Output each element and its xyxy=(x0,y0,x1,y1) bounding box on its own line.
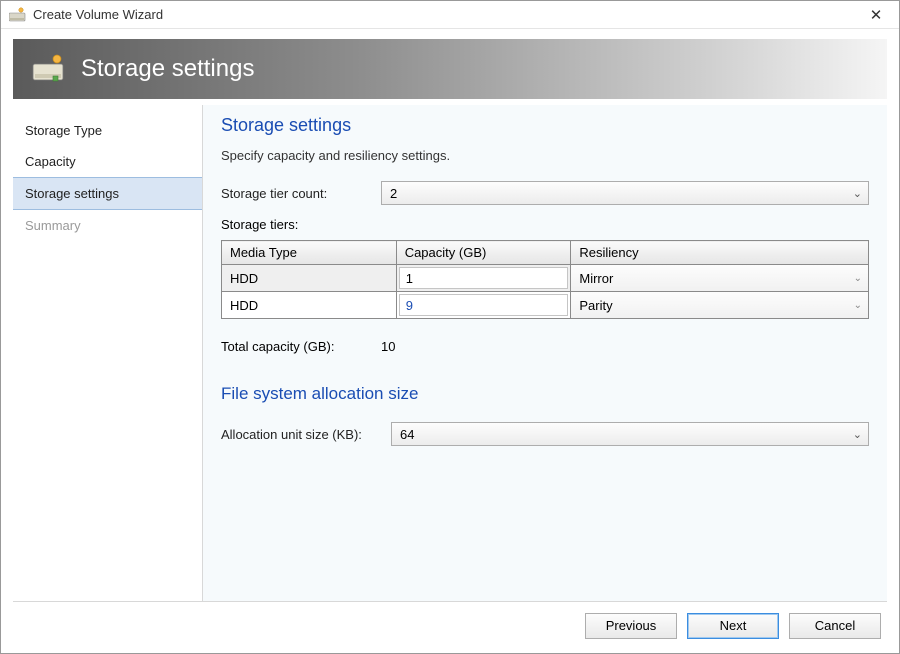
col-media-type[interactable]: Media Type xyxy=(222,241,397,265)
chevron-down-icon: ⌄ xyxy=(853,428,862,441)
nav-storage-settings[interactable]: Storage settings xyxy=(13,177,202,210)
close-icon: ✕ xyxy=(870,6,883,24)
close-button[interactable]: ✕ xyxy=(859,4,893,26)
banner: Storage settings xyxy=(13,39,887,99)
cancel-button[interactable]: Cancel xyxy=(789,613,881,639)
storage-settings-description: Specify capacity and resiliency settings… xyxy=(221,148,869,163)
content-pane: Storage settings Specify capacity and re… xyxy=(203,105,887,601)
nav-capacity[interactable]: Capacity xyxy=(13,146,202,177)
tier-count-label: Storage tier count: xyxy=(221,186,381,201)
chevron-down-icon: ⌄ xyxy=(853,187,862,200)
tier-resiliency-value: Parity xyxy=(579,298,612,313)
col-resiliency[interactable]: Resiliency xyxy=(571,241,869,265)
tier-resiliency-dropdown[interactable]: Mirror ⌄ xyxy=(571,265,868,291)
nav-summary[interactable]: Summary xyxy=(13,210,202,241)
tier-capacity-input[interactable] xyxy=(399,294,569,316)
storage-settings-heading: Storage settings xyxy=(221,115,869,136)
total-capacity-row: Total capacity (GB): 10 xyxy=(221,339,869,354)
filesystem-heading: File system allocation size xyxy=(221,384,869,404)
next-button[interactable]: Next xyxy=(687,613,779,639)
col-capacity[interactable]: Capacity (GB) xyxy=(396,241,571,265)
tier-resiliency-dropdown[interactable]: Parity ⌄ xyxy=(571,292,868,318)
drive-icon xyxy=(31,54,67,84)
window-title: Create Volume Wizard xyxy=(33,7,859,22)
tier-row: HDD Mirror ⌄ xyxy=(222,265,869,292)
wizard-window: Create Volume Wizard ✕ Storage settings … xyxy=(0,0,900,654)
total-capacity-label: Total capacity (GB): xyxy=(221,339,381,354)
alloc-size-label: Allocation unit size (KB): xyxy=(221,427,391,442)
alloc-size-dropdown[interactable]: 64 ⌄ xyxy=(391,422,869,446)
tier-capacity-input[interactable] xyxy=(399,267,569,289)
wizard-icon xyxy=(9,7,27,23)
chevron-down-icon: ⌄ xyxy=(854,300,862,311)
tier-row: HDD Parity ⌄ xyxy=(222,292,869,319)
titlebar: Create Volume Wizard ✕ xyxy=(1,1,899,29)
storage-tiers-label: Storage tiers: xyxy=(221,217,869,232)
previous-button[interactable]: Previous xyxy=(585,613,677,639)
alloc-size-value: 64 xyxy=(400,427,414,442)
tier-count-value: 2 xyxy=(390,186,397,201)
total-capacity-value: 10 xyxy=(381,339,395,354)
tier-media: HDD xyxy=(222,268,396,289)
wizard-footer: Previous Next Cancel xyxy=(13,601,887,649)
tier-count-dropdown[interactable]: 2 ⌄ xyxy=(381,181,869,205)
wizard-nav: Storage Type Capacity Storage settings S… xyxy=(13,105,203,601)
storage-tiers-table: Media Type Capacity (GB) Resiliency HDD … xyxy=(221,240,869,319)
tier-media: HDD xyxy=(222,295,396,316)
banner-heading: Storage settings xyxy=(81,55,254,83)
tier-resiliency-value: Mirror xyxy=(579,271,613,286)
chevron-down-icon: ⌄ xyxy=(854,273,862,284)
nav-storage-type[interactable]: Storage Type xyxy=(13,115,202,146)
